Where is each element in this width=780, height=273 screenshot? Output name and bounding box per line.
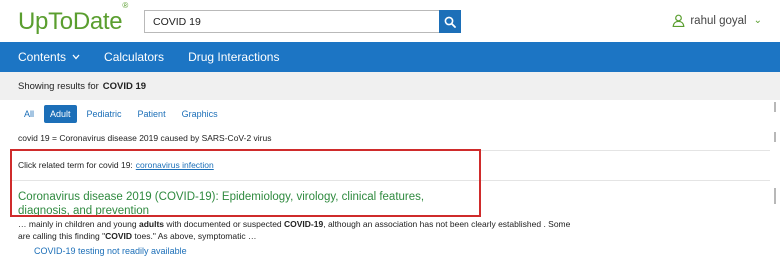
chevron-down-icon: ⌄: [753, 15, 762, 26]
scrollbar-mark: [774, 132, 776, 142]
tab-graphics[interactable]: Graphics: [176, 105, 224, 123]
tab-all[interactable]: All: [18, 105, 40, 123]
tab-adult[interactable]: Adult: [44, 105, 77, 123]
search-box: [144, 10, 440, 33]
results-query: COVID 19: [102, 80, 147, 92]
nav-contents[interactable]: Contents: [18, 50, 80, 64]
snippet-text: with documented or suspected: [164, 219, 285, 229]
chevron-down-icon: [72, 54, 80, 60]
scrollbar-mark: [774, 102, 776, 112]
user-name: rahul goyal: [690, 14, 747, 27]
scrollbar-mark: [774, 188, 776, 204]
nav-calculators[interactable]: Calculators: [104, 50, 164, 64]
nav-contents-label: Contents: [18, 50, 67, 64]
snippet-text: … mainly in children and young: [18, 219, 139, 229]
result-snippet: … mainly in children and young adults wi…: [18, 218, 578, 242]
top-bar: UpToDate® rahul goyal ⌄: [0, 0, 780, 42]
results-prefix: Showing results for: [18, 80, 99, 92]
audience-tabs: All Adult Pediatric Patient Graphics: [18, 105, 224, 123]
user-icon: [672, 14, 685, 27]
search-input[interactable]: [145, 11, 439, 32]
nav-drug-interactions[interactable]: Drug Interactions: [188, 50, 279, 64]
uptodate-logo[interactable]: UpToDate®: [18, 1, 128, 36]
nav-calculators-label: Calculators: [104, 50, 165, 64]
term-definition: covid 19 = Coronavirus disease 2019 caus…: [18, 133, 272, 143]
result-sublink[interactable]: COVID-19 testing not readily available: [34, 246, 187, 256]
tab-patient[interactable]: Patient: [132, 105, 172, 123]
highlight-annotation: [10, 149, 481, 217]
logo-text: UpToDate: [18, 8, 123, 35]
user-menu[interactable]: rahul goyal ⌄: [672, 14, 762, 27]
nav-drug-interactions-label: Drug Interactions: [188, 50, 280, 64]
registered-mark: ®: [122, 1, 128, 10]
tab-pediatric[interactable]: Pediatric: [81, 105, 128, 123]
snippet-highlight: COVID-19: [284, 219, 324, 229]
snippet-highlight: adults: [138, 219, 164, 229]
snippet-highlight: COVID: [105, 231, 133, 241]
search-icon: [444, 16, 456, 28]
snippet-text: toes." As above, symptomatic …: [132, 231, 257, 241]
results-summary: Showing results for COVID 19: [0, 72, 780, 100]
main-nav: Contents Calculators Drug Interactions: [0, 42, 780, 72]
search-button[interactable]: [439, 10, 461, 33]
